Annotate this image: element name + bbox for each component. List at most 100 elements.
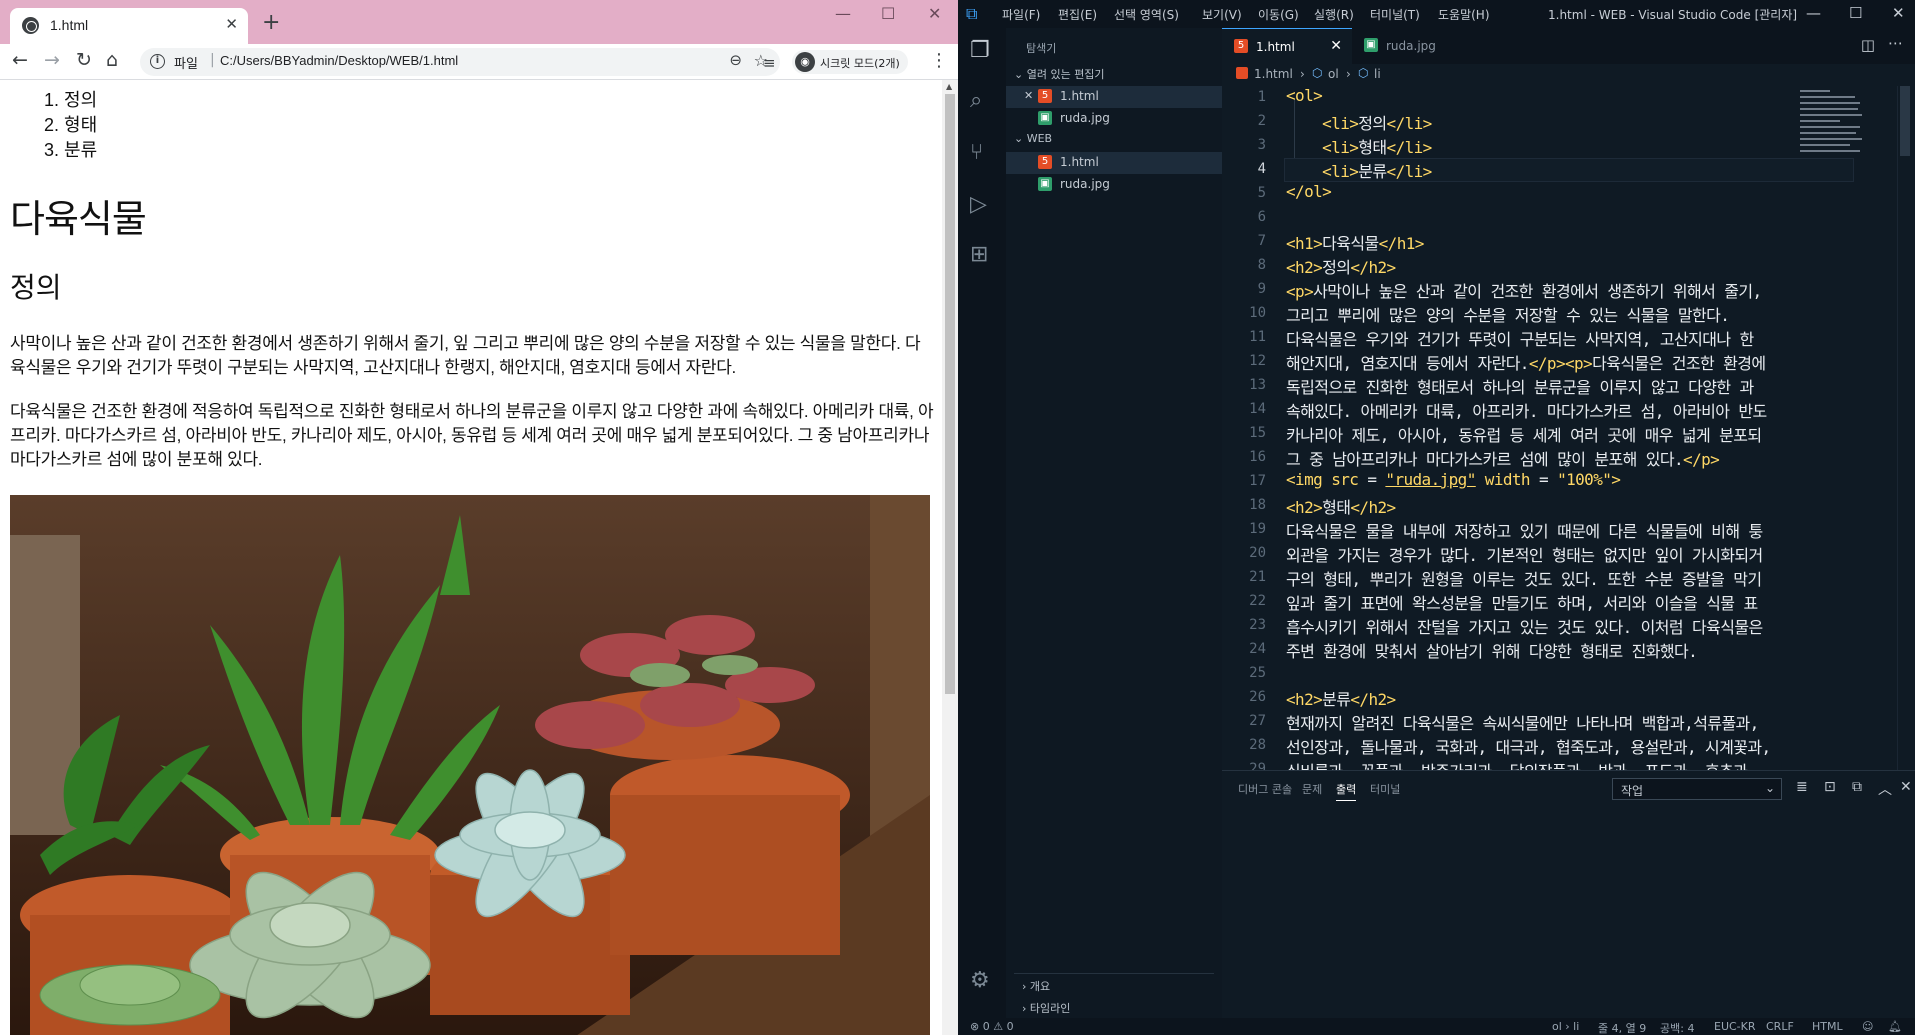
scroll-up-icon[interactable]: ▲ bbox=[946, 82, 952, 91]
file-tree-item[interactable]: 5 1.html bbox=[1006, 152, 1222, 174]
language-mode[interactable]: HTML bbox=[1812, 1020, 1843, 1033]
tab-label: 1.html bbox=[1256, 40, 1295, 54]
run-debug-icon[interactable]: ▷ bbox=[970, 192, 987, 217]
restore-button[interactable]: ☐ bbox=[1849, 4, 1862, 22]
browser-menu-icon[interactable]: ⋮ bbox=[930, 50, 948, 71]
code-editor[interactable]: 1 2 3 4 5 6 7 8 9 10 11 12 13 14 15 16 17 18 19 20 21 22 23 24 2… bbox=[1222, 86, 1915, 770]
minimap[interactable] bbox=[1796, 86, 1866, 156]
media-control-icon[interactable]: ≡ bbox=[763, 54, 776, 72]
tab-terminal[interactable]: 터미널 bbox=[1370, 781, 1400, 797]
outline-section[interactable]: › 개요 bbox=[1022, 978, 1050, 994]
incognito-badge[interactable]: ◉ 시크릿 모드(2개) bbox=[792, 50, 908, 74]
breadcrumb-file[interactable]: 1.html bbox=[1254, 67, 1293, 81]
close-editor-icon[interactable]: ✕ bbox=[1024, 89, 1033, 102]
clear-output-icon[interactable]: ≣ bbox=[1796, 779, 1808, 795]
explorer-sidebar: 탐색기 ⌄ 열려 있는 편집기 ✕ 5 1.html ▣ ruda.jpg ⌄ … bbox=[1006, 28, 1222, 1018]
close-window-button[interactable]: ✕ bbox=[1892, 4, 1905, 22]
code-line: <h2>형태</h2> bbox=[1286, 498, 1396, 517]
maximize-button[interactable]: ☐ bbox=[881, 4, 895, 23]
forward-icon[interactable]: → bbox=[44, 49, 60, 71]
tab-debug-console[interactable]: 디버그 콘솔 bbox=[1238, 781, 1292, 797]
status-path[interactable]: ol › li bbox=[1552, 1020, 1579, 1033]
back-icon[interactable]: ← bbox=[12, 49, 28, 71]
code-line: 카나리아 제도, 아시아, 동유럽 등 세계 여러 곳에 매우 넓게 분포되 bbox=[1286, 426, 1762, 445]
line-number: 2 bbox=[1257, 113, 1266, 129]
folder-header[interactable]: ⌄ WEB bbox=[1014, 132, 1052, 145]
breadcrumb-ol[interactable]: ol bbox=[1328, 67, 1339, 81]
file-name: ruda.jpg bbox=[1060, 177, 1110, 191]
close-panel-icon[interactable]: ✕ bbox=[1900, 779, 1912, 795]
indentation[interactable]: 공백: 4 bbox=[1660, 1020, 1694, 1035]
menu-selection[interactable]: 선택 영역(S) bbox=[1114, 6, 1179, 23]
scrollbar-thumb[interactable] bbox=[1900, 86, 1910, 156]
line-ending[interactable]: CRLF bbox=[1766, 1020, 1794, 1033]
tab-problems[interactable]: 문제 bbox=[1302, 781, 1322, 797]
search-icon[interactable]: ⌕ bbox=[970, 88, 982, 113]
zoom-icon[interactable]: ⊖ bbox=[729, 51, 742, 69]
address-url[interactable]: C:/Users/BBYadmin/Desktop/WEB/1.html bbox=[220, 53, 458, 68]
breadcrumb-li[interactable]: li bbox=[1374, 67, 1381, 81]
line-number: 17 bbox=[1249, 473, 1266, 489]
menu-edit[interactable]: 편집(E) bbox=[1058, 6, 1097, 23]
close-window-button[interactable]: ✕ bbox=[928, 4, 941, 23]
close-tab-icon[interactable]: ✕ bbox=[1330, 38, 1342, 54]
file-tree-item[interactable]: ▣ ruda.jpg bbox=[1006, 174, 1222, 196]
problems-count[interactable]: ⊗ 0 ⚠ 0 bbox=[970, 1020, 1014, 1033]
line-number: 4 bbox=[1257, 161, 1266, 177]
open-editor-item[interactable]: ✕ 5 1.html bbox=[1006, 86, 1222, 108]
menu-view[interactable]: 보기(V) bbox=[1202, 6, 1242, 23]
explorer-icon[interactable]: ❐ bbox=[970, 38, 990, 63]
lock-icon[interactable]: ⊡ bbox=[1824, 779, 1836, 795]
code-line: <h2>정의</h2> bbox=[1286, 258, 1396, 277]
close-tab-icon[interactable]: ✕ bbox=[225, 15, 238, 33]
open-editor-item[interactable]: ▣ ruda.jpg bbox=[1006, 108, 1222, 130]
editor-tab-active[interactable]: 5 1.html ✕ bbox=[1222, 28, 1352, 64]
activity-bar: ❐ ⌕ ⑂ ▷ ⊞ ⚙ bbox=[958, 28, 1006, 1018]
encoding[interactable]: EUC-KR bbox=[1714, 1020, 1756, 1033]
chrome-window: 1.html ✕ + — ☐ ✕ ← → ↻ ⌂ i 파일 | C:/Users… bbox=[0, 0, 958, 1035]
editor-scrollbar[interactable] bbox=[1897, 86, 1911, 770]
line-number: 21 bbox=[1249, 569, 1266, 585]
html-file-icon: 5 bbox=[1038, 89, 1052, 103]
line-number: 8 bbox=[1257, 257, 1266, 273]
cursor-position[interactable]: 줄 4, 열 9 bbox=[1598, 1020, 1646, 1035]
home-icon[interactable]: ⌂ bbox=[106, 49, 118, 71]
output-channel-select[interactable]: 작업 ⌄ bbox=[1612, 778, 1782, 800]
code-line: </ol> bbox=[1286, 182, 1332, 201]
maximize-panel-icon[interactable]: ︿ bbox=[1878, 779, 1892, 799]
reload-icon[interactable]: ↻ bbox=[76, 49, 92, 71]
browser-tab[interactable]: 1.html ✕ bbox=[10, 8, 248, 44]
timeline-section[interactable]: › 타임라인 bbox=[1022, 1000, 1070, 1016]
settings-gear-icon[interactable]: ⚙ bbox=[970, 968, 990, 993]
folder-label: WEB bbox=[1026, 132, 1053, 145]
menu-help[interactable]: 도움말(H) bbox=[1438, 6, 1490, 23]
info-icon[interactable]: i bbox=[150, 54, 165, 69]
address-bar[interactable]: i 파일 | C:/Users/BBYadmin/Desktop/WEB/1.h… bbox=[140, 48, 780, 76]
menu-file[interactable]: 파일(F) bbox=[1002, 6, 1040, 23]
feedback-icon[interactable]: ☺ bbox=[1862, 1020, 1873, 1033]
element-icon: ⬡ bbox=[1312, 66, 1323, 80]
open-editors-header[interactable]: ⌄ 열려 있는 편집기 bbox=[1014, 66, 1105, 82]
image-file-icon: ▣ bbox=[1038, 111, 1052, 125]
code-line: 주변 환경에 맞춰서 살아남기 위해 다양한 형태로 진화했다. bbox=[1286, 642, 1698, 661]
menu-terminal[interactable]: 터미널(T) bbox=[1370, 6, 1420, 23]
minimize-button[interactable]: — bbox=[1806, 4, 1821, 22]
code-line: 그 중 남아프리카나 마다가스카르 섬에 많이 분포해 있다.</p> bbox=[1286, 450, 1720, 469]
source-control-icon[interactable]: ⑂ bbox=[970, 140, 983, 165]
scrollbar-thumb[interactable] bbox=[945, 94, 955, 694]
split-editor-icon[interactable]: ◫ bbox=[1861, 36, 1875, 54]
open-editors-label: 열려 있는 편집기 bbox=[1026, 68, 1105, 81]
menu-go[interactable]: 이동(G) bbox=[1258, 6, 1299, 23]
notifications-icon[interactable]: 🔔︎ bbox=[1888, 1020, 1902, 1033]
minimize-button[interactable]: — bbox=[835, 4, 851, 23]
html-file-icon: 5 bbox=[1038, 155, 1052, 169]
more-actions-icon[interactable]: ⋯ bbox=[1888, 34, 1903, 52]
page-scrollbar[interactable]: ▲ bbox=[942, 80, 958, 1035]
new-tab-button[interactable]: + bbox=[262, 10, 280, 35]
tab-output[interactable]: 출력 bbox=[1336, 781, 1357, 801]
extensions-icon[interactable]: ⊞ bbox=[970, 242, 988, 267]
open-log-icon[interactable]: ⧉ bbox=[1852, 779, 1862, 795]
code-line: 독립적으로 진화한 형태로서 하나의 분류군을 이루지 않고 다양한 과 bbox=[1286, 378, 1754, 397]
menu-run[interactable]: 실행(R) bbox=[1314, 6, 1354, 23]
editor-tab[interactable]: ▣ ruda.jpg bbox=[1352, 28, 1470, 64]
